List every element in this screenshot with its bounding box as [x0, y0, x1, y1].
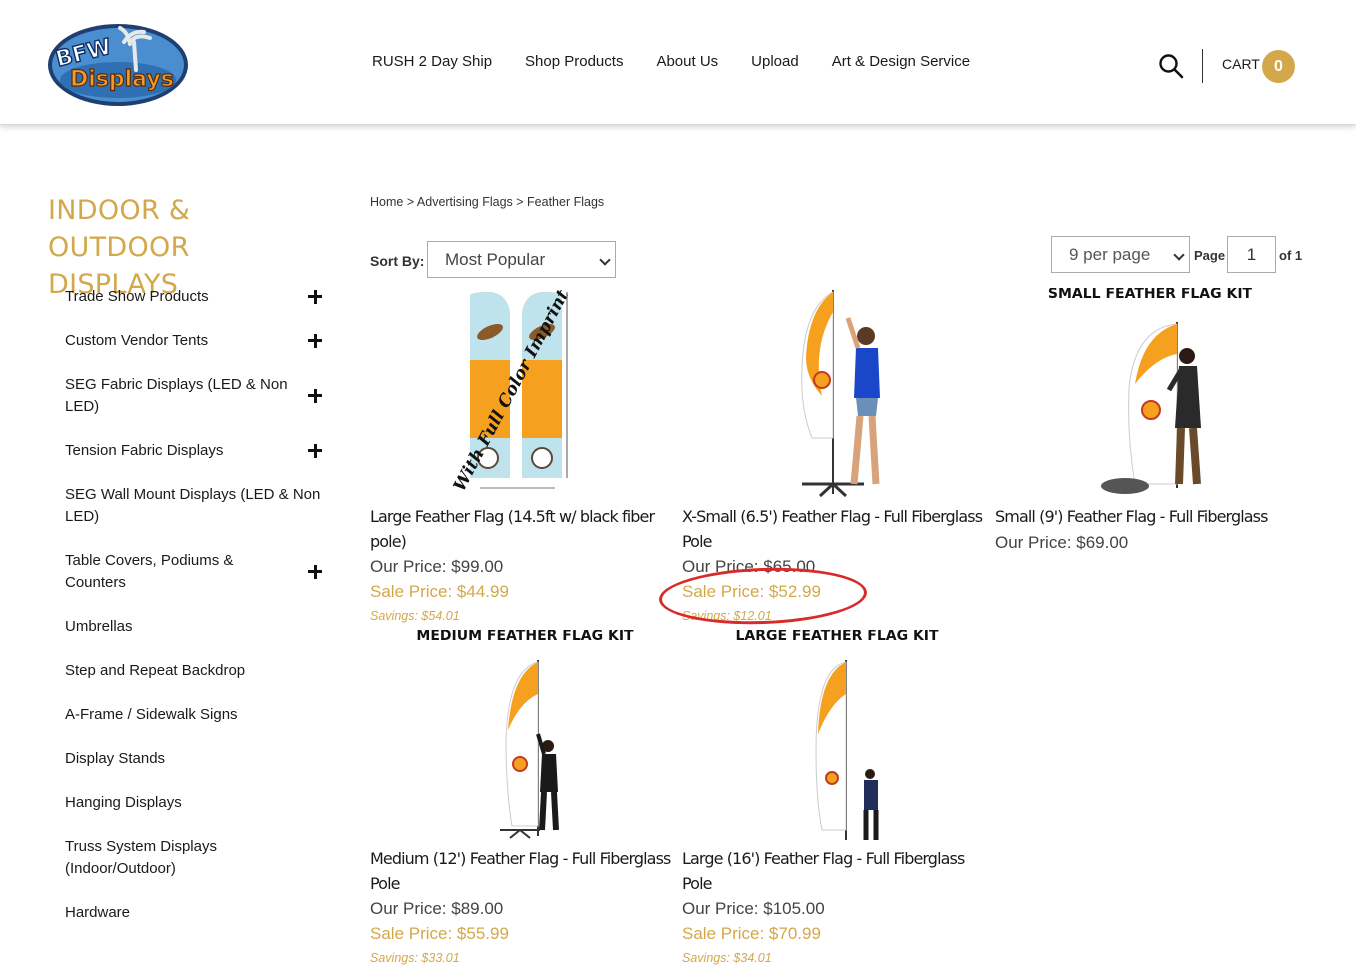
nav-shop-products[interactable]: Shop Products — [525, 53, 623, 70]
header-divider — [1202, 49, 1203, 83]
our-price: Our Price: $89.00 — [370, 899, 504, 918]
bfw-displays-logo[interactable]: BFW Displays — [46, 22, 190, 108]
sidebar-item-display-stands[interactable]: Display Stands — [65, 748, 327, 770]
sidebar-item-label: Hardware — [65, 904, 131, 921]
sidebar-item-label: Truss System Displays (Indoor/Outdoor) — [65, 838, 217, 877]
product-image-x-small-feather-flag[interactable] — [682, 288, 982, 498]
expand-plus-icon[interactable] — [308, 386, 322, 406]
sale-price: Sale Price: $52.99 — [682, 582, 821, 601]
sidebar-item-seg-wall-mount-displays[interactable]: SEG Wall Mount Displays (LED & Non LED) — [65, 484, 327, 528]
sidebar-item-label: Custom Vendor Tents — [65, 332, 209, 349]
chevron-down-icon — [1173, 249, 1185, 261]
breadcrumb-separator: > — [403, 195, 417, 209]
sort-by-value: Most Popular — [445, 250, 546, 269]
sort-by-select[interactable]: Most Popular — [427, 241, 616, 278]
sidebar-item-seg-fabric-displays[interactable]: SEG Fabric Displays (LED & Non LED) — [65, 374, 327, 418]
breadcrumb-separator: > — [512, 195, 528, 209]
sidebar-item-label: Trade Show Products — [65, 288, 209, 305]
sidebar-item-hanging-displays[interactable]: Hanging Displays — [65, 792, 327, 814]
breadcrumb-feather-flags[interactable]: Feather Flags — [527, 195, 604, 209]
sidebar-item-step-and-repeat-backdrop[interactable]: Step and Repeat Backdrop — [65, 660, 327, 682]
our-price: Our Price: $65.00 — [682, 557, 816, 576]
product-image-caption: SMALL FEATHER FLAG KIT — [1048, 288, 1253, 302]
page-label: Page — [1194, 248, 1226, 263]
our-price: Our Price: $105.00 — [682, 899, 825, 918]
sidebar-item-tension-fabric-displays[interactable]: Tension Fabric Displays — [65, 440, 327, 462]
savings: Savings: $54.01 — [370, 609, 460, 623]
sidebar-item-label: Hanging Displays — [65, 794, 182, 811]
savings: Savings: $34.01 — [682, 951, 772, 965]
product-image-large-feather-flag-16ft[interactable]: LARGE FEATHER FLAG KIT — [682, 630, 982, 840]
sidebar-item-label: Tension Fabric Displays — [65, 442, 224, 459]
product-info: Large (16') Feather Flag - Full Fibergla… — [682, 847, 987, 971]
main-nav: RUSH 2 Day Ship Shop Products About Us U… — [372, 53, 1003, 70]
product-info: Large Feather Flag (14.5ft w/ black fibe… — [370, 505, 675, 629]
breadcrumb-home[interactable]: Home — [370, 195, 403, 209]
cart-count-badge[interactable]: 0 — [1262, 50, 1295, 83]
site-header: BFW Displays RUSH 2 Day Ship Shop Produc… — [0, 0, 1356, 125]
sidebar-item-label: A-Frame / Sidewalk Signs — [65, 706, 238, 723]
sidebar-item-label: SEG Wall Mount Displays (LED & Non LED) — [65, 486, 321, 525]
sidebar-item-label: Table Covers, Podiums & Counters — [65, 552, 234, 591]
sidebar-item-truss-system-displays[interactable]: Truss System Displays (Indoor/Outdoor) — [65, 836, 327, 880]
product-image-medium-feather-flag[interactable]: MEDIUM FEATHER FLAG KIT — [370, 630, 670, 840]
search-icon[interactable] — [1158, 53, 1184, 79]
sale-price: Sale Price: $44.99 — [370, 582, 509, 601]
product-image-small-feather-flag[interactable]: SMALL FEATHER FLAG KIT — [995, 288, 1295, 498]
chevron-down-icon — [599, 254, 611, 266]
page-number-input[interactable]: 1 — [1227, 236, 1276, 273]
sale-price: Sale Price: $70.99 — [682, 924, 821, 943]
page-total-label: of 1 — [1279, 248, 1303, 263]
expand-plus-icon[interactable] — [308, 562, 322, 582]
sidebar-item-a-frame-sidewalk-signs[interactable]: A-Frame / Sidewalk Signs — [65, 704, 327, 726]
nav-rush-2-day-ship[interactable]: RUSH 2 Day Ship — [372, 53, 492, 70]
our-price: Our Price: $99.00 — [370, 557, 504, 576]
product-image-caption: MEDIUM FEATHER FLAG KIT — [416, 630, 634, 644]
product-name-link[interactable]: Small (9') Feather Flag - Full Fiberglas… — [995, 505, 1300, 530]
sidebar-item-label: Step and Repeat Backdrop — [65, 662, 246, 679]
product-name-link[interactable]: Large (16') Feather Flag - Full Fibergla… — [682, 847, 987, 896]
our-price: Our Price: $69.00 — [995, 532, 1129, 552]
nav-about-us[interactable]: About Us — [656, 53, 718, 70]
product-info: X-Small (6.5') Feather Flag - Full Fiber… — [682, 505, 987, 629]
sidebar-item-trade-show-products[interactable]: Trade Show Products — [65, 286, 327, 308]
nav-upload[interactable]: Upload — [751, 53, 799, 70]
sidebar-item-table-covers-podiums-counters[interactable]: Table Covers, Podiums & Counters — [65, 550, 327, 594]
sidebar-item-label: SEG Fabric Displays (LED & Non LED) — [65, 376, 288, 415]
per-page-select[interactable]: 9 per page — [1051, 236, 1190, 273]
sidebar-item-label: Display Stands — [65, 750, 166, 767]
sidebar-category-list: Trade Show Products Custom Vendor Tents … — [65, 286, 327, 924]
product-info: Small (9') Feather Flag - Full Fiberglas… — [995, 505, 1300, 555]
breadcrumb: Home > Advertising Flags > Feather Flags — [370, 195, 604, 209]
cart-link[interactable]: CART — [1222, 56, 1260, 72]
sidebar-item-label: Umbrellas — [65, 618, 133, 635]
breadcrumb-advertising-flags[interactable]: Advertising Flags — [417, 195, 513, 209]
savings: Savings: $33.01 — [370, 951, 460, 965]
sidebar-item-hardware[interactable]: Hardware — [65, 902, 327, 924]
product-name-link[interactable]: Medium (12') Feather Flag - Full Fibergl… — [370, 847, 675, 896]
nav-art-design-service[interactable]: Art & Design Service — [832, 53, 970, 70]
product-image-large-feather-flag[interactable]: With Full Color Imprint — [370, 288, 670, 498]
product-image-caption: LARGE FEATHER FLAG KIT — [735, 630, 939, 644]
product-name-link[interactable]: X-Small (6.5') Feather Flag - Full Fiber… — [682, 505, 987, 554]
per-page-value: 9 per page — [1069, 245, 1151, 264]
expand-plus-icon[interactable] — [308, 441, 322, 461]
sidebar-item-umbrellas[interactable]: Umbrellas — [65, 616, 327, 638]
product-name-link[interactable]: Large Feather Flag (14.5ft w/ black fibe… — [370, 505, 675, 554]
sidebar-item-custom-vendor-tents[interactable]: Custom Vendor Tents — [65, 330, 327, 352]
sale-price: Sale Price: $55.99 — [370, 924, 509, 943]
expand-plus-icon[interactable] — [308, 331, 322, 351]
sort-by-label: Sort By: — [370, 253, 425, 269]
savings: Savings: $12.01 — [682, 609, 772, 623]
expand-plus-icon[interactable] — [308, 287, 322, 307]
logo-text-displays: Displays — [70, 67, 174, 92]
product-info: Medium (12') Feather Flag - Full Fibergl… — [370, 847, 675, 971]
